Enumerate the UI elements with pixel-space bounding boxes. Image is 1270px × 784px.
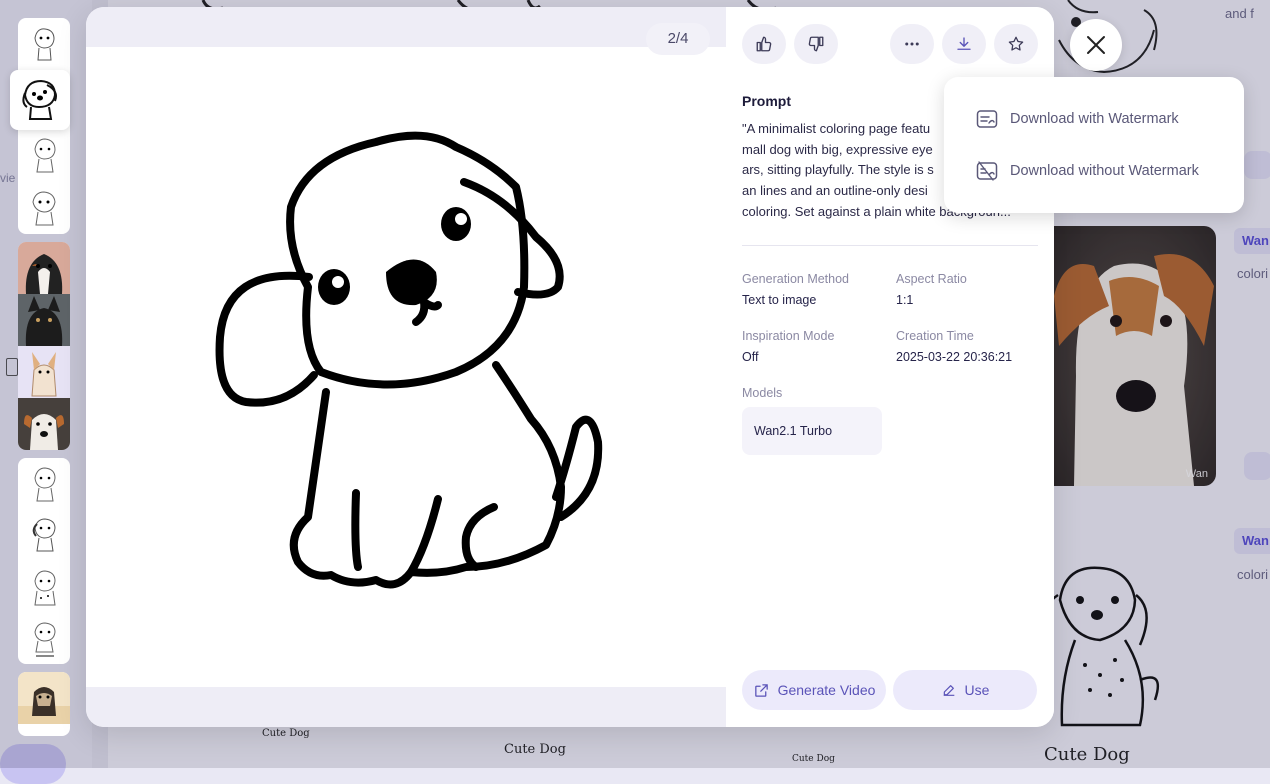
thumbnail[interactable] xyxy=(18,398,70,450)
close-icon xyxy=(1087,36,1105,54)
thumbs-down-icon xyxy=(808,36,824,52)
edit-icon xyxy=(943,685,954,696)
generated-image[interactable] xyxy=(86,47,726,687)
close-button[interactable] xyxy=(1070,19,1122,71)
use-label: Use xyxy=(964,682,990,698)
thumbnail[interactable] xyxy=(18,130,70,182)
model-chip: Wan2.1 Turbo xyxy=(742,407,882,455)
generation-method-value: Text to image xyxy=(742,293,817,307)
download-without-watermark-label: Download without Watermark xyxy=(1010,163,1199,179)
watermark-icon xyxy=(976,110,998,128)
thumbnail[interactable] xyxy=(18,346,70,398)
thumbnail-group xyxy=(10,18,70,234)
thumbnail-group xyxy=(18,458,70,664)
thumbnail[interactable] xyxy=(18,614,70,664)
thumbnail[interactable] xyxy=(18,458,70,510)
like-button[interactable] xyxy=(742,24,786,64)
star-icon xyxy=(1008,36,1024,51)
more-icon xyxy=(905,42,919,46)
download-menu: Download with Watermark Download without… xyxy=(944,77,1244,213)
favorite-button[interactable] xyxy=(994,24,1038,64)
image-counter: 2/4 xyxy=(646,23,710,55)
thumbnail[interactable] xyxy=(18,18,70,70)
dog-coloring-image xyxy=(215,131,603,589)
thumbnail-selected[interactable] xyxy=(10,70,70,130)
thumbnail-group xyxy=(18,242,70,450)
divider xyxy=(742,245,1038,246)
thumbnail[interactable] xyxy=(18,242,70,294)
more-button[interactable] xyxy=(890,24,934,64)
thumbnail[interactable] xyxy=(18,562,70,614)
thumbnail[interactable] xyxy=(18,510,70,562)
thumbnail[interactable] xyxy=(18,182,70,234)
dislike-button[interactable] xyxy=(794,24,838,64)
inspiration-mode-value: Off xyxy=(742,350,759,364)
download-icon xyxy=(957,37,971,50)
thumbnail[interactable] xyxy=(18,672,70,724)
download-with-watermark-label: Download with Watermark xyxy=(1010,111,1179,127)
creation-time-label: Creation Time xyxy=(896,329,974,343)
inspiration-mode-label: Inspiration Mode xyxy=(742,329,835,343)
generate-video-label: Generate Video xyxy=(777,682,876,698)
aspect-ratio-value: 1:1 xyxy=(896,293,914,307)
models-label: Models xyxy=(742,386,783,400)
thumbs-up-icon xyxy=(756,36,772,52)
use-button[interactable]: Use xyxy=(893,670,1037,710)
download-without-watermark-item[interactable]: Download without Watermark xyxy=(976,156,1199,186)
prompt-heading: Prompt xyxy=(742,93,791,109)
download-with-watermark-item[interactable]: Download with Watermark xyxy=(976,104,1179,134)
share-video-icon xyxy=(754,683,768,697)
creation-time-value: 2025-03-22 20:36:21 xyxy=(896,350,1013,364)
aspect-ratio-label: Aspect Ratio xyxy=(896,272,967,286)
image-viewer: 2/4 xyxy=(86,7,726,727)
thumbnail[interactable] xyxy=(18,294,70,346)
no-watermark-icon xyxy=(976,161,998,181)
download-button[interactable] xyxy=(942,24,986,64)
thumbnail-group xyxy=(18,672,70,736)
image-detail-modal: 2/4 Prompt "A minimalist coloring page f… xyxy=(86,7,1054,727)
generation-method-label: Generation Method xyxy=(742,272,850,286)
generate-video-button[interactable]: Generate Video xyxy=(742,670,886,710)
thumbnail-strip xyxy=(10,18,70,744)
